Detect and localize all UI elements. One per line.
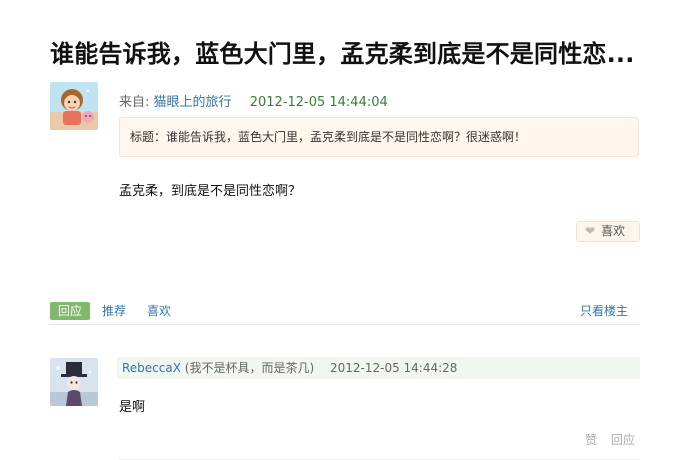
page-title: 谁能告诉我，蓝色大门里，孟克柔到底是不是同性恋... [50, 40, 635, 68]
reply-button[interactable]: 回应 [50, 302, 90, 320]
reply-content: 是啊 [119, 400, 146, 415]
post-date: 2012-12-05 14:44:04 [249, 95, 388, 110]
reply-actions: 赞 回应 [585, 431, 635, 448]
action-bar: 回应 推荐 喜欢 只看楼主 [50, 301, 640, 325]
topic-summary-box: 标题：谁能告诉我，蓝色大门里，孟克柔到底是不是同性恋啊？很迷惑啊！ [119, 117, 639, 157]
like-button[interactable]: ❤ 喜欢 [576, 221, 640, 242]
heart-icon: ❤ [585, 224, 596, 238]
reply-author-signature: (我不是杯具，而是茶几) [184, 361, 315, 375]
reply-header: RebeccaX (我不是杯具，而是茶几) 2012-12-05 14:44:2… [117, 357, 640, 379]
reply-to-reply-link[interactable]: 回应 [611, 433, 635, 447]
only-owner-link[interactable]: 只看楼主 [580, 302, 628, 320]
reply-date: 2012-12-05 14:44:28 [329, 361, 458, 375]
author-avatar[interactable] [50, 82, 98, 130]
post-content: 孟克柔，到底是不是同性恋啊？ [119, 184, 302, 199]
from-label: 来自: [119, 95, 150, 110]
reply-author-link[interactable]: RebeccaX [122, 361, 181, 375]
praise-link[interactable]: 赞 [585, 433, 597, 447]
reply-author-avatar[interactable] [50, 358, 98, 406]
recommend-link[interactable]: 推荐 [102, 302, 126, 320]
like-label: 喜欢 [601, 224, 626, 238]
topic-meta: 来自: 猫眼上的旅行 2012-12-05 14:44:04 [119, 91, 388, 110]
favorite-link[interactable]: 喜欢 [147, 302, 171, 320]
top-hat-character-avatar-icon [50, 358, 98, 406]
author-link[interactable]: 猫眼上的旅行 [154, 95, 232, 110]
cartoon-girl-avatar-icon [50, 82, 98, 130]
